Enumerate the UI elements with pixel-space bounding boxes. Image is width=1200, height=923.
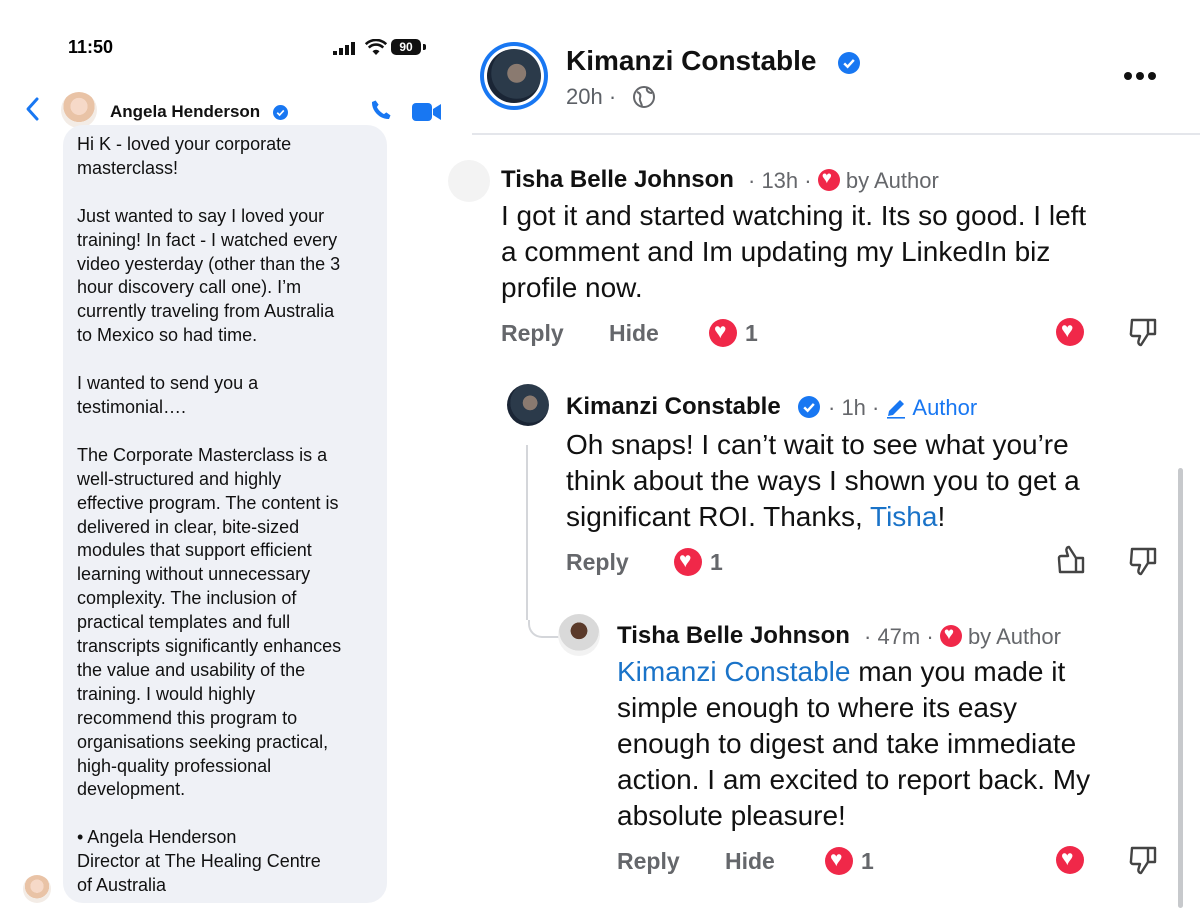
comment-text-fragment: significant ROI. Thanks, (566, 501, 870, 532)
thread-line (526, 445, 528, 620)
comment-avatar[interactable] (507, 384, 549, 426)
message-text: Hi K - loved your corporate masterclass!… (77, 134, 342, 896)
message-bubble: Hi K - loved your corporate masterclass!… (63, 125, 387, 903)
reply-button[interactable]: Reply (617, 848, 680, 875)
like-icon[interactable] (1057, 545, 1085, 575)
status-time: 11:50 (68, 37, 114, 57)
battery-tip (423, 44, 426, 50)
dislike-icon[interactable] (1129, 546, 1157, 576)
comment-text-line: significant ROI. Thanks, Tisha! (566, 499, 945, 535)
comment-meta: · 13h · by Author (748, 168, 939, 194)
post-meta: 20h · (566, 84, 616, 110)
comment-time: · 47m · (864, 624, 934, 649)
comment-text-line: think about the ways I shown you to get … (566, 465, 1080, 496)
comment-text-line: I got it and started watching it. Its so… (501, 200, 1087, 231)
comment-meta: · 47m · by Author (864, 624, 1061, 650)
comment-meta: · 1h · Author (828, 395, 977, 421)
phone-call-icon[interactable] (369, 98, 393, 122)
comment-avatar[interactable] (558, 614, 600, 656)
heart-reaction-icon[interactable] (674, 548, 702, 576)
dislike-icon[interactable] (1129, 317, 1157, 347)
contact-name[interactable]: Angela Henderson (110, 102, 260, 122)
comment-text-line: absolute pleasure! (617, 800, 846, 831)
comment-text-line: profile now. (501, 272, 643, 303)
comment-avatar[interactable] (448, 160, 490, 202)
video-call-icon[interactable] (412, 102, 442, 122)
pencil-icon (887, 400, 906, 419)
author-badge: by Author (967, 624, 1061, 649)
globe-icon (633, 86, 655, 108)
comment-text-line: Kimanzi Constable man you made it (617, 654, 1065, 690)
author-badge: Author (912, 395, 978, 420)
comment-text-line: a comment and Im updating my LinkedIn bi… (501, 236, 1051, 267)
author-heart-icon (939, 624, 962, 647)
verified-badge-icon (273, 105, 288, 120)
love-react-button[interactable] (1056, 846, 1084, 874)
reaction-count: 1 (745, 320, 758, 346)
comment-text-line: simple enough to where its easy (617, 692, 1017, 723)
comment-author[interactable]: Tisha Belle Johnson (501, 166, 734, 194)
love-react-button[interactable] (1056, 318, 1084, 346)
mention-link[interactable]: Kimanzi Constable (617, 656, 850, 687)
comment-time: · 13h · (748, 168, 812, 193)
messenger-screenshot: 11:50 90 Angela Henderson Hi K - loved y… (15, 15, 460, 915)
heart-reaction-icon[interactable] (825, 847, 853, 875)
post-time: 20h (566, 84, 603, 109)
reply-button[interactable]: Reply (566, 549, 629, 576)
comment-author[interactable]: Kimanzi Constable (566, 393, 781, 421)
hide-button[interactable]: Hide (725, 848, 775, 875)
comment-text-fragment: man you made it (850, 656, 1066, 687)
facebook-comments-screenshot: Kimanzi Constable 20h · Tisha Belle John… (448, 0, 1200, 923)
mention-link[interactable]: Tisha (870, 501, 937, 532)
heart-reaction-icon[interactable] (709, 319, 737, 347)
scrollbar[interactable] (1178, 468, 1183, 908)
comment-author[interactable]: Tisha Belle Johnson (617, 622, 850, 650)
comment-time: · 1h · (828, 395, 880, 420)
back-chevron-icon[interactable] (25, 96, 41, 122)
sender-avatar (23, 875, 51, 903)
dislike-icon[interactable] (1129, 845, 1157, 875)
contact-avatar[interactable] (61, 92, 97, 128)
post-author-name[interactable]: Kimanzi Constable (566, 45, 816, 77)
comment-text-line: enough to digest and take immediate (617, 728, 1077, 759)
post-author-avatar[interactable] (480, 42, 548, 110)
verified-badge-icon (798, 396, 820, 418)
battery-indicator: 90 (391, 39, 421, 55)
comment-text-line: action. I am excited to report back. My (617, 764, 1091, 795)
comment-text-fragment: ! (937, 501, 946, 532)
meta-separator: · (608, 84, 617, 109)
status-bar: 11:50 90 (15, 15, 460, 80)
divider (472, 133, 1200, 135)
reaction-count: 1 (861, 848, 874, 874)
reply-button[interactable]: Reply (501, 320, 564, 347)
verified-badge-icon (838, 52, 860, 74)
reaction-count: 1 (710, 549, 723, 575)
wifi-icon (365, 39, 387, 55)
cellular-signal-icon (333, 42, 355, 55)
author-badge: by Author (845, 168, 939, 193)
author-heart-icon (817, 168, 840, 191)
comment-text-line: Oh snaps! I can’t wait to see what you’r… (566, 429, 1069, 460)
thread-connector (528, 620, 560, 638)
hide-button[interactable]: Hide (609, 320, 659, 347)
more-options-icon[interactable] (1122, 70, 1158, 82)
